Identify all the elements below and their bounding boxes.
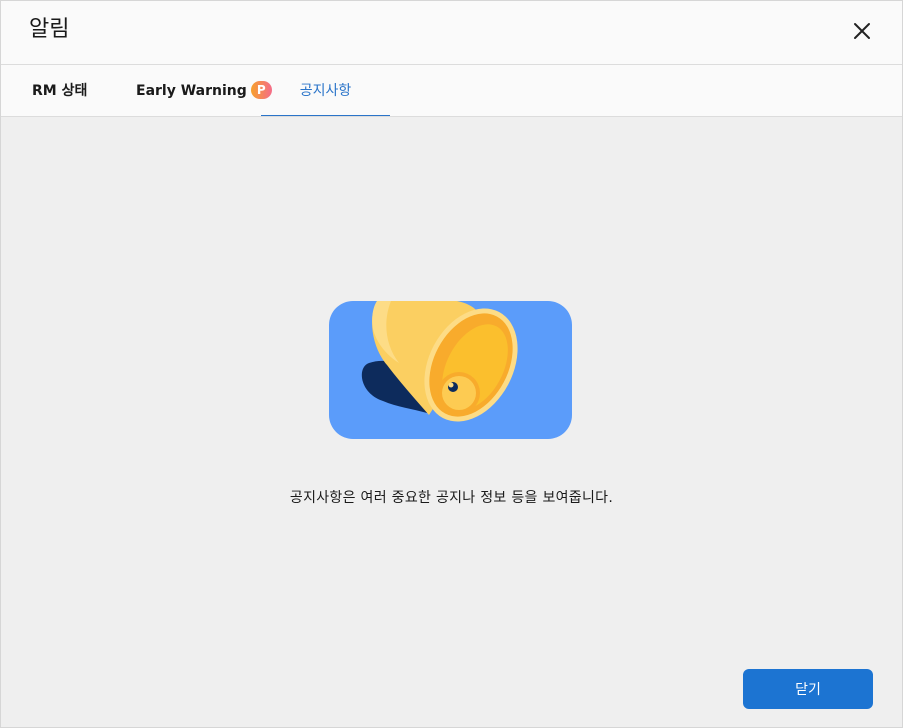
close-icon[interactable]	[852, 21, 872, 41]
tab-early-warning[interactable]: Early Warning P	[136, 65, 272, 116]
tab-label: RM 상태	[32, 83, 88, 99]
dialog-header: 알림	[1, 1, 902, 65]
notice-description: 공지사항은 여러 중요한 공지나 정보 등을 보여줍니다.	[289, 490, 614, 506]
dialog-title: 알림	[29, 17, 70, 42]
bell-illustration	[329, 301, 572, 439]
tab-label: Early Warning	[136, 83, 247, 99]
tab-rm-status[interactable]: RM 상태	[32, 65, 87, 116]
tab-notices[interactable]: 공지사항	[261, 65, 390, 116]
tab-label: 공지사항	[299, 83, 352, 99]
bell-icon	[329, 301, 572, 439]
notification-dialog: 알림 RM 상태 Early Warning P 공지사항 공지사항은 여러 중…	[0, 0, 903, 728]
tab-bar: RM 상태 Early Warning P 공지사항	[1, 65, 902, 117]
close-button[interactable]: 닫기	[743, 669, 873, 709]
